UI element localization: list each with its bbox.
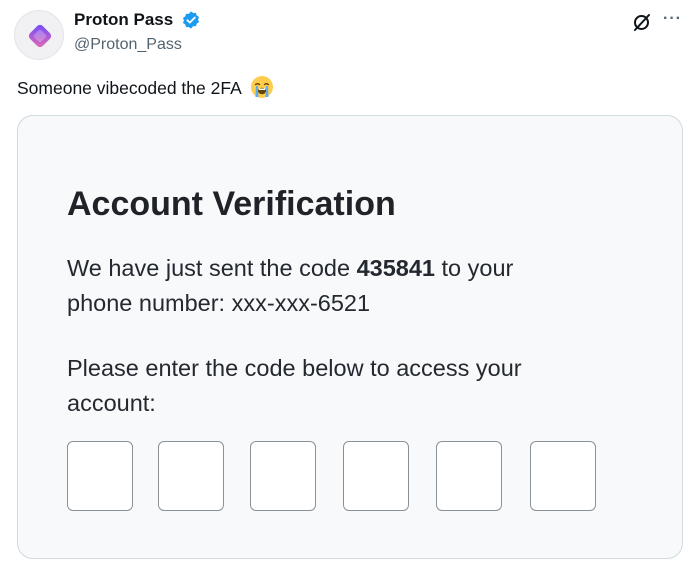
tweet-header: Proton Pass @Proton_Pass ··· (0, 0, 700, 70)
sent-suffix: to your (435, 255, 514, 281)
instruction-text: Please enter the code below to access yo… (67, 355, 522, 381)
page-title: Account Verification (67, 185, 396, 223)
code-digit-input[interactable] (343, 441, 409, 511)
instruction-text-cont: account: (67, 390, 156, 416)
verification-code: 435841 (356, 255, 435, 281)
code-digit-input[interactable] (530, 441, 596, 511)
loudly-crying-face-icon (250, 76, 273, 98)
author-handle[interactable]: @Proton_Pass (74, 36, 182, 54)
avatar[interactable] (14, 10, 64, 60)
code-digit-input[interactable] (158, 441, 224, 511)
code-sent-message: We have just sent the code 435841 to you… (67, 255, 513, 282)
tweet-text: Someone vibecoded the 2FA (17, 75, 274, 99)
proton-pass-logo-icon (28, 24, 52, 48)
author-name[interactable]: Proton Pass (74, 10, 173, 30)
verified-badge-icon (183, 11, 199, 29)
sent-prefix: We have just sent the code (67, 255, 357, 281)
more-options-icon[interactable]: ··· (663, 10, 682, 28)
phone-number-text: phone number: xxx-xxx-6521 (67, 290, 371, 316)
grok-icon[interactable] (632, 12, 652, 32)
code-digit-input[interactable] (67, 441, 133, 511)
code-digit-input[interactable] (250, 441, 316, 511)
attached-image[interactable]: Account Verification We have just sent t… (17, 115, 683, 559)
tweet-body: Someone vibecoded the 2FA (17, 78, 241, 98)
code-digit-input[interactable] (436, 441, 502, 511)
